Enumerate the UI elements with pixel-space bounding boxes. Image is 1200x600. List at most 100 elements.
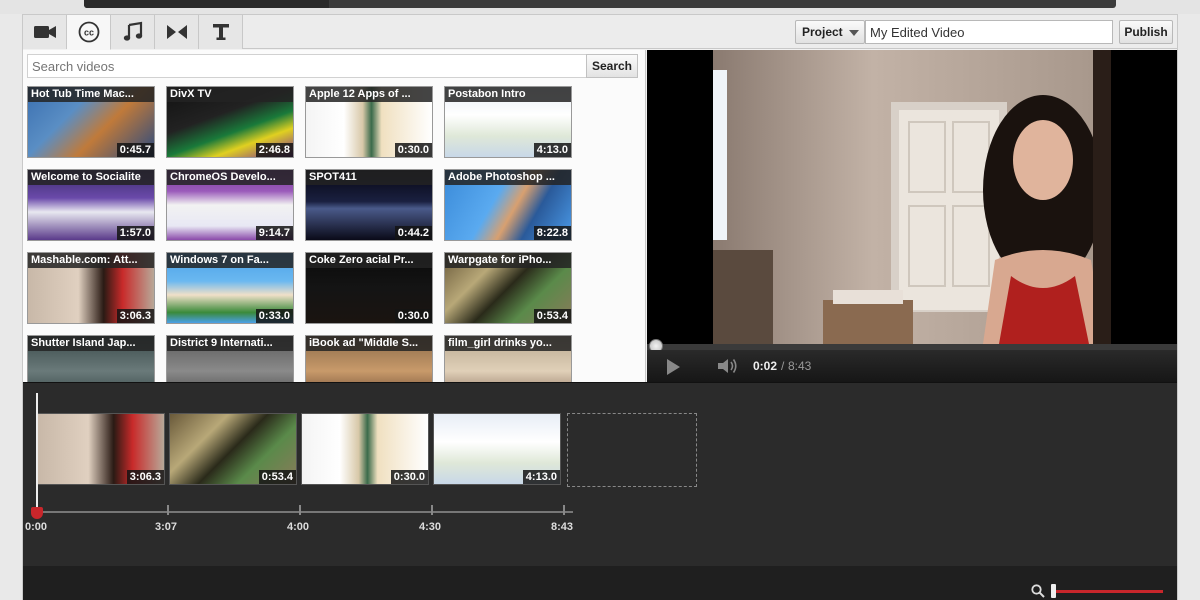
clip-duration: 3:06.3	[126, 470, 164, 484]
timeline-clip[interactable]: 3:06.3	[37, 413, 165, 485]
video-title: Adobe Photoshop ...	[445, 170, 571, 185]
clip-duration: 4:13.0	[522, 470, 560, 484]
ruler-label: 4:00	[287, 521, 310, 533]
video-title: Warpgate for iPho...	[445, 253, 571, 268]
video-title: Welcome to Socialite	[28, 170, 154, 185]
video-frame	[713, 50, 1111, 344]
total-time: 8:43	[788, 359, 812, 373]
video-duration: 0:53.4	[533, 309, 571, 323]
timeline-clip[interactable]: 0:53.4	[169, 413, 297, 485]
video-duration: 0:44.2	[394, 226, 432, 240]
video-thumbnail[interactable]: Welcome to Socialite 1:57.0	[27, 169, 155, 241]
zoom-icon[interactable]	[1031, 584, 1045, 598]
video-thumbnail[interactable]: District 9 Internati...	[166, 335, 294, 382]
time-separator: /	[781, 359, 785, 373]
video-thumbnail[interactable]: iBook ad "Middle S...	[305, 335, 433, 382]
ruler-tick	[167, 505, 169, 515]
zoom-bar	[23, 566, 1177, 600]
tab-audio[interactable]	[111, 15, 155, 49]
video-duration: 0:30.0	[394, 309, 432, 323]
project-dropdown[interactable]: Project	[795, 20, 865, 44]
timeline-clip[interactable]: 0:30.0	[301, 413, 429, 485]
clip-duration: 0:53.4	[258, 470, 296, 484]
top-dark-bar-segment	[84, 0, 329, 8]
video-title: SPOT411	[306, 170, 432, 185]
search-input[interactable]	[27, 54, 587, 78]
current-time: 0:02	[753, 359, 778, 373]
video-camera-icon	[33, 26, 56, 38]
video-duration: 4:13.0	[533, 143, 571, 157]
video-thumbnail[interactable]: DivX TV 2:46.8	[166, 86, 294, 158]
play-icon[interactable]	[667, 359, 680, 375]
ruler-tick	[299, 505, 301, 515]
video-player[interactable]: 0:02 / 8:43	[647, 50, 1177, 382]
video-thumbnail[interactable]: film_girl drinks yo...	[444, 335, 572, 382]
project-name-input[interactable]	[865, 20, 1113, 44]
tab-transitions[interactable]	[155, 15, 199, 49]
playhead-handle[interactable]	[31, 507, 43, 519]
video-thumbnail[interactable]: Postabon Intro 4:13.0	[444, 86, 572, 158]
video-library: Search Hot Tub Time Mac... 0:45.7 DivX T…	[23, 50, 646, 382]
video-duration: 0:45.7	[116, 143, 154, 157]
tab-video[interactable]	[23, 15, 67, 49]
chevron-down-icon	[849, 30, 859, 36]
video-title: DivX TV	[167, 87, 293, 102]
project-label: Project	[802, 25, 843, 39]
video-title: Windows 7 on Fa...	[167, 253, 293, 268]
svg-text:cc: cc	[83, 28, 93, 38]
search-bar: Search	[27, 54, 638, 78]
editor-frame: cc Project My Edited Video Publish Searc…	[22, 14, 1178, 600]
playhead-line[interactable]	[36, 393, 38, 511]
zoom-slider-track[interactable]	[1053, 590, 1163, 593]
video-thumbnail[interactable]: Windows 7 on Fa... 0:33.0	[166, 252, 294, 324]
video-thumbnail[interactable]: Warpgate for iPho... 0:53.4	[444, 252, 572, 324]
video-duration: 0:30.0	[394, 143, 432, 157]
video-thumbnail[interactable]: SPOT411 0:44.2	[305, 169, 433, 241]
video-title: District 9 Internati...	[167, 336, 293, 351]
video-duration: 0:33.0	[255, 309, 293, 323]
player-controls: 0:02 / 8:43	[647, 350, 1177, 382]
video-title: Hot Tub Time Mac...	[28, 87, 154, 102]
clip-drop-zone[interactable]	[567, 413, 697, 487]
text-icon	[212, 24, 229, 40]
video-thumbnail[interactable]: Shutter Island Jap...	[27, 335, 155, 382]
video-title: iBook ad "Middle S...	[306, 336, 432, 351]
music-note-icon	[123, 21, 142, 41]
clip-duration: 0:30.0	[390, 470, 428, 484]
zoom-slider-handle[interactable]	[1051, 584, 1056, 598]
video-duration: 2:46.8	[255, 143, 293, 157]
video-title: Coke Zero acial Pr...	[306, 253, 432, 268]
video-thumbnail[interactable]: Hot Tub Time Mac... 0:45.7	[27, 86, 155, 158]
video-thumbnail[interactable]: Adobe Photoshop ... 8:22.8	[444, 169, 572, 241]
tab-captions[interactable]: cc	[67, 15, 111, 50]
video-thumbnail[interactable]: Mashable.com: Att... 3:06.3	[27, 252, 155, 324]
video-title: Shutter Island Jap...	[28, 336, 154, 351]
volume-icon[interactable]	[717, 357, 739, 375]
video-thumbnail[interactable]: ChromeOS Develo... 9:14.7	[166, 169, 294, 241]
tab-text[interactable]	[199, 15, 243, 49]
ruler-label: 4:30	[419, 521, 442, 533]
time-ruler	[33, 511, 573, 513]
video-thumbnail[interactable]: Coke Zero acial Pr... 0:30.0	[305, 252, 433, 324]
video-duration: 1:57.0	[116, 226, 154, 240]
search-button[interactable]: Search	[586, 54, 638, 78]
video-title: ChromeOS Develo...	[167, 170, 293, 185]
ruler-label: 8:43	[551, 521, 574, 533]
video-duration: 9:14.7	[255, 226, 293, 240]
video-title: Apple 12 Apps of ...	[306, 87, 432, 102]
editor-toolbar: cc Project My Edited Video Publish	[23, 15, 1177, 50]
publish-button[interactable]: Publish	[1119, 20, 1173, 44]
captions-icon: cc	[78, 21, 99, 43]
ruler-label: 0:00	[25, 521, 48, 533]
video-title: Mashable.com: Att...	[28, 253, 154, 268]
timeline-clip[interactable]: 4:13.0	[433, 413, 561, 485]
top-strip	[0, 0, 1200, 14]
video-title: film_girl drinks yo...	[445, 336, 571, 351]
video-duration: 3:06.3	[116, 309, 154, 323]
video-thumbnail[interactable]: Apple 12 Apps of ... 0:30.0	[305, 86, 433, 158]
ruler-tick	[563, 505, 565, 515]
timeline-panel: 3:06.3 0:53.4 0:30.0 4:13.0 0:00 3:07 4:…	[23, 382, 1177, 566]
ruler-tick	[431, 505, 433, 515]
ruler-label: 3:07	[155, 521, 178, 533]
video-duration: 8:22.8	[533, 226, 571, 240]
